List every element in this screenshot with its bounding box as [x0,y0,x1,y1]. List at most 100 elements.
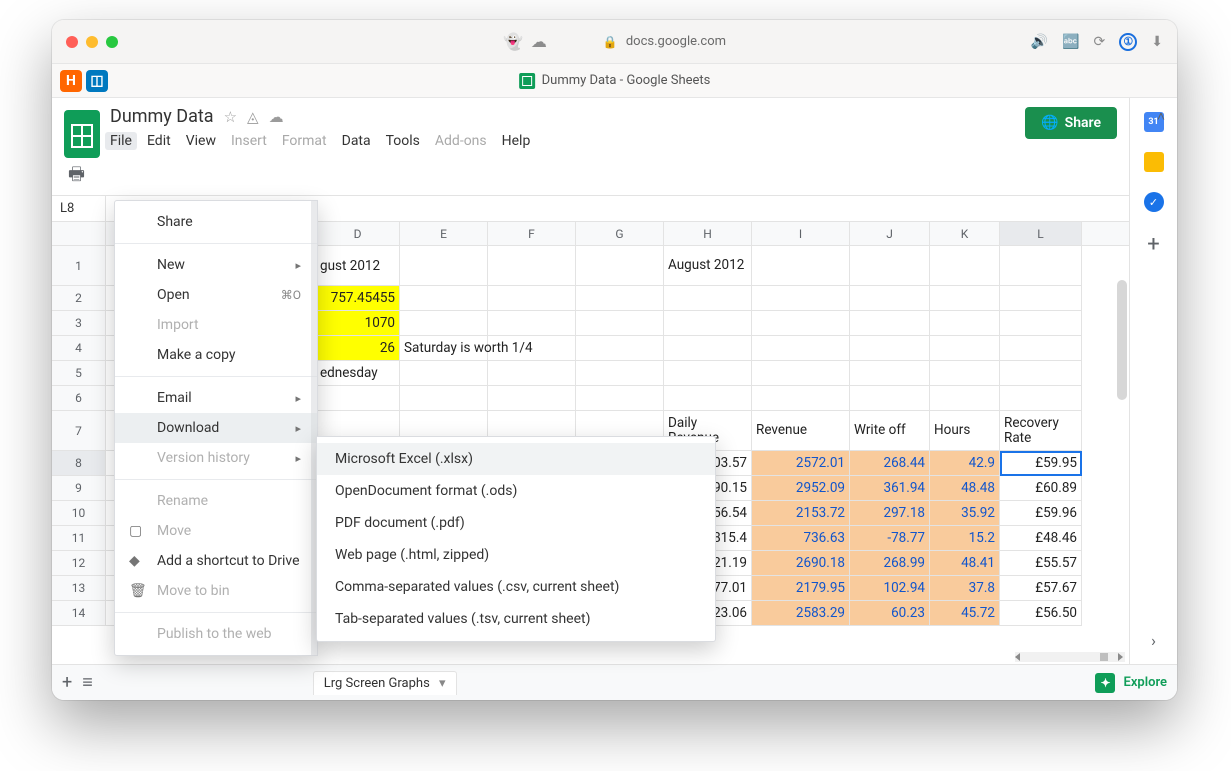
column-header-L[interactable]: L [1000,222,1082,245]
cell-L6[interactable] [1000,386,1082,411]
active-tab[interactable]: Dummy Data - Google Sheets [519,73,711,89]
keep-icon[interactable] [1144,152,1164,172]
cell-J7[interactable]: Write off [850,411,930,451]
row-header-9[interactable]: 9 [52,476,105,501]
sheet-tab-dropdown-icon[interactable]: ▾ [439,676,446,691]
cell-K7[interactable]: Hours [930,411,1000,451]
cell-D2[interactable]: 757.45455 [316,286,400,311]
cell-I8[interactable]: 2572.01 [752,451,850,476]
cell-J2[interactable] [850,286,930,311]
cell-I4[interactable] [752,336,850,361]
row-header-13[interactable]: 13 [52,576,105,601]
cell-K6[interactable] [930,386,1000,411]
cell-F4[interactable] [488,336,576,361]
row-header-14[interactable]: 14 [52,601,105,626]
cell-K2[interactable] [930,286,1000,311]
cell-L10[interactable]: £59.96 [1000,501,1082,526]
cell-L14[interactable]: £56.50 [1000,601,1082,626]
row-header-8[interactable]: 8 [52,451,105,476]
column-header-I[interactable]: I [752,222,850,245]
menu-file[interactable]: File [105,132,137,150]
cell-H2[interactable] [664,286,752,311]
cell-J13[interactable]: 102.94 [850,576,930,601]
cell-F3[interactable] [488,311,576,336]
cell-K10[interactable]: 35.92 [930,501,1000,526]
file-menu-make-a-copy[interactable]: Make a copy [115,340,317,370]
row-header-2[interactable]: 2 [52,286,105,311]
cell-K1[interactable] [930,246,1000,286]
cell-L13[interactable]: £57.67 [1000,576,1082,601]
download-option-pdf-document-pdf-[interactable]: PDF document (.pdf) [317,507,715,539]
cell-E5[interactable] [400,361,488,386]
cell-J6[interactable] [850,386,930,411]
cell-E3[interactable] [400,311,488,336]
cell-D5[interactable]: ednesday [316,361,400,386]
cell-I12[interactable]: 2690.18 [752,551,850,576]
cell-J4[interactable] [850,336,930,361]
cell-L3[interactable] [1000,311,1082,336]
column-header-J[interactable]: J [850,222,930,245]
cell-K12[interactable]: 48.41 [930,551,1000,576]
sound-icon[interactable]: 🔊 [1031,34,1048,50]
cell-G1[interactable] [576,246,664,286]
horizontal-scrollbar[interactable] [1015,652,1125,662]
cell-G5[interactable] [576,361,664,386]
row-header-12[interactable]: 12 [52,551,105,576]
row-header-10[interactable]: 10 [52,501,105,526]
cell-L12[interactable]: £55.57 [1000,551,1082,576]
cell-D4[interactable]: 26 [316,336,400,361]
close-window-button[interactable] [66,36,78,48]
column-header-K[interactable]: K [930,222,1000,245]
cell-K3[interactable] [930,311,1000,336]
cell-F2[interactable] [488,286,576,311]
cell-K4[interactable] [930,336,1000,361]
row-header-5[interactable]: 5 [52,361,105,386]
cell-J11[interactable]: -78.77 [850,526,930,551]
cell-K5[interactable] [930,361,1000,386]
cell-J1[interactable] [850,246,930,286]
cell-L8[interactable]: £59.95 [1000,451,1082,476]
menu-help[interactable]: Help [502,133,531,149]
download-option-comma-separated-values-csv-current-sheet-[interactable]: Comma-separated values (.csv, current sh… [317,571,715,603]
minimize-window-button[interactable] [86,36,98,48]
cell-G2[interactable] [576,286,664,311]
cell-E2[interactable] [400,286,488,311]
column-header-D[interactable]: D [316,222,400,245]
cell-I6[interactable] [752,386,850,411]
cell-H1[interactable]: August 2012 [664,246,752,286]
share-button[interactable]: 🌐 Share [1025,107,1117,139]
collapse-sidepanel-icon[interactable]: › [1151,631,1156,650]
cell-E6[interactable] [400,386,488,411]
cell-G3[interactable] [576,311,664,336]
row-header-1[interactable]: 1 [52,246,105,286]
row-header-6[interactable]: 6 [52,386,105,411]
menu-view[interactable]: View [186,133,216,149]
file-menu-new[interactable]: New▸ [115,250,317,280]
cell-H4[interactable] [664,336,752,361]
cell-K14[interactable]: 45.72 [930,601,1000,626]
scroll-right-icon[interactable] [1118,653,1123,661]
cell-L2[interactable] [1000,286,1082,311]
scroll-left-icon[interactable] [1015,653,1020,661]
cell-L4[interactable] [1000,336,1082,361]
cell-I11[interactable]: 736.63 [752,526,850,551]
cell-J14[interactable]: 60.23 [850,601,930,626]
cell-F6[interactable] [488,386,576,411]
file-menu-download[interactable]: Download▸ [115,413,317,443]
row-header-7[interactable]: 7 [52,411,105,451]
cell-K9[interactable]: 48.48 [930,476,1000,501]
reload-icon[interactable]: ⟳ [1094,34,1106,50]
hide-sidepanel-chevron-icon[interactable]: ˄ [1157,108,1165,125]
row-header-3[interactable]: 3 [52,311,105,336]
cell-I14[interactable]: 2583.29 [752,601,850,626]
cell-E1[interactable] [400,246,488,286]
cell-L5[interactable] [1000,361,1082,386]
vertical-scrollbar[interactable] [1117,280,1127,400]
download-option-opendocument-format-ods-[interactable]: OpenDocument format (.ods) [317,475,715,507]
document-title[interactable]: Dummy Data [110,106,214,127]
cell-I13[interactable]: 2179.95 [752,576,850,601]
select-all-corner[interactable] [52,222,106,245]
cell-J12[interactable]: 268.99 [850,551,930,576]
cell-G6[interactable] [576,386,664,411]
add-addon-icon[interactable]: + [1147,232,1159,257]
